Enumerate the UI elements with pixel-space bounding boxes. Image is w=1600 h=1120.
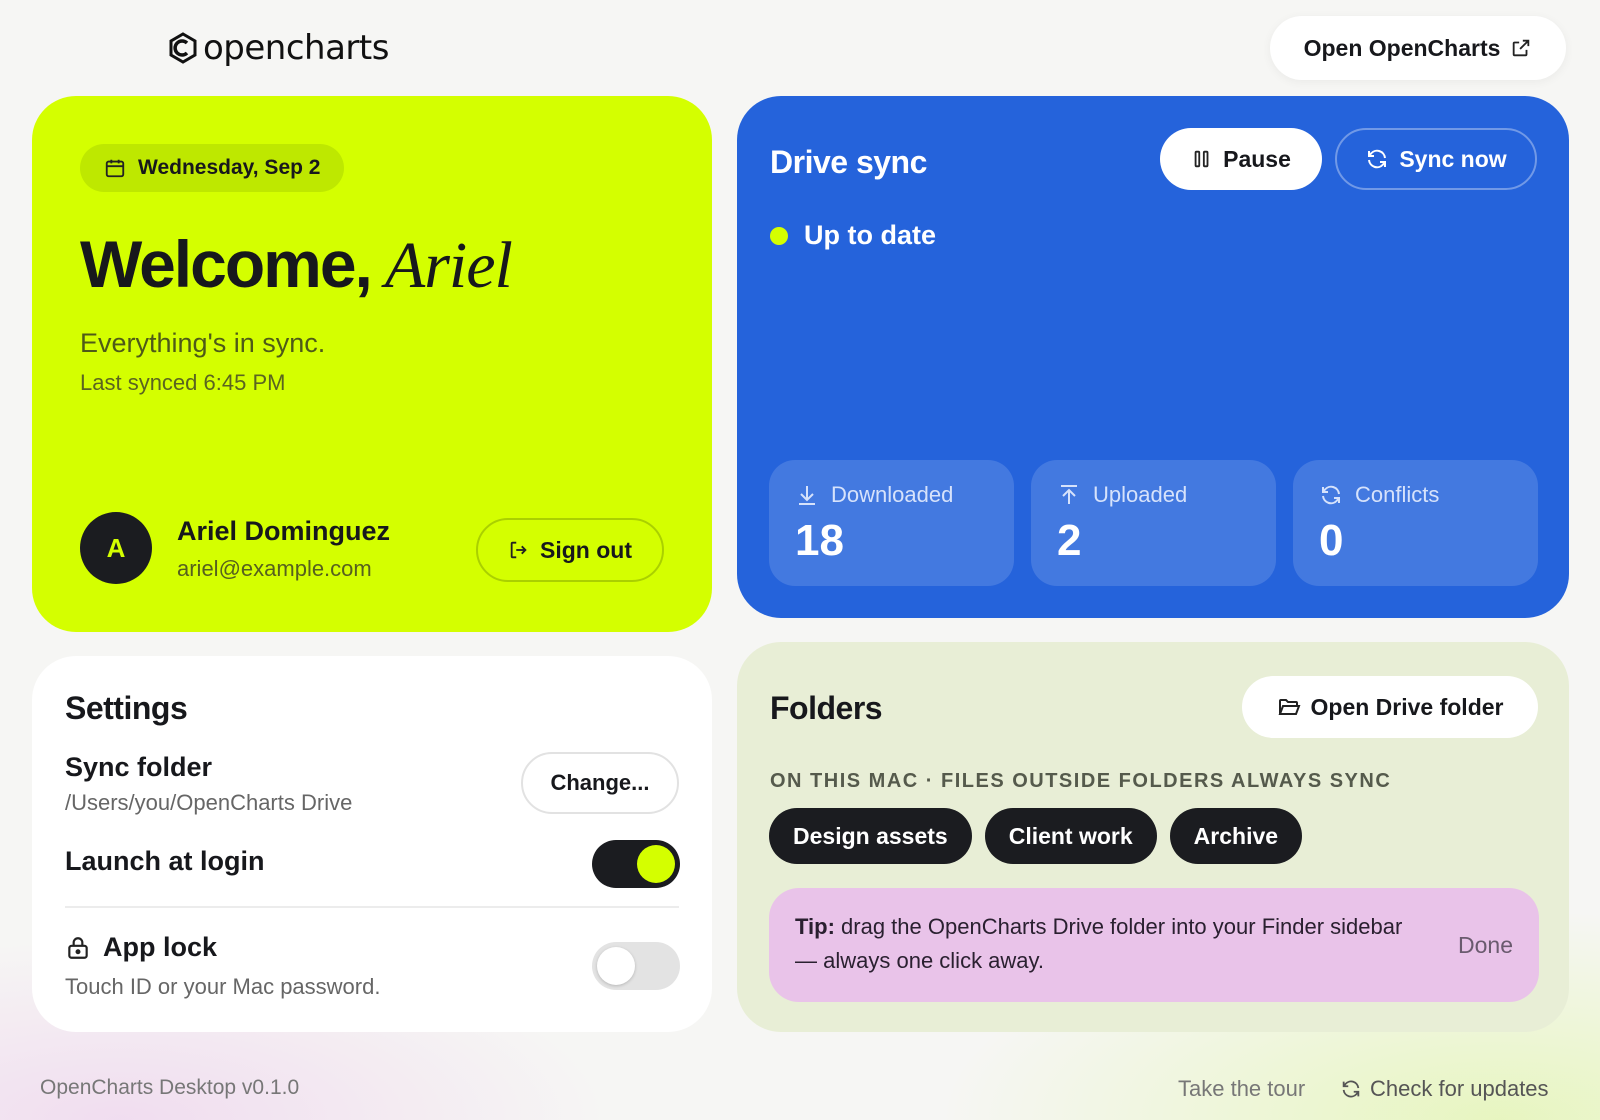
date-text: Wednesday, Sep 2 xyxy=(138,156,321,179)
last-synced: Last synced 6:45 PM xyxy=(80,370,286,395)
pause-label: Pause xyxy=(1223,145,1291,172)
app-logo: opencharts xyxy=(167,26,389,70)
sync-stats: Downloaded 18 Uploaded 2 Conflicts 0 xyxy=(769,460,1538,586)
folder-chip[interactable]: Archive xyxy=(1169,808,1303,864)
tip-prefix: Tip: xyxy=(795,914,835,939)
sync-status: Up to date xyxy=(770,220,936,251)
tip-banner: Tip: drag the OpenCharts Drive folder in… xyxy=(769,888,1539,1002)
sign-out-button[interactable]: Sign out xyxy=(476,518,664,582)
stat-value: 2 xyxy=(1057,516,1082,565)
lock-icon xyxy=(68,936,88,959)
calendar-icon xyxy=(105,159,125,178)
stat-label: Downloaded xyxy=(831,482,954,507)
open-opencharts-label: Open OpenCharts xyxy=(1303,34,1501,61)
app-version: OpenCharts Desktop v0.1.0 xyxy=(40,1076,300,1099)
open-drive-folder-label: Open Drive folder xyxy=(1310,693,1504,720)
sync-summary: Everything's in sync. xyxy=(80,328,326,358)
app-lock-row: App lock xyxy=(65,932,217,963)
sync-now-label: Sync now xyxy=(1399,145,1507,172)
folder-chip[interactable]: Client work xyxy=(984,808,1157,864)
tip-done-button[interactable]: Done xyxy=(1458,928,1513,962)
open-opencharts-button[interactable]: Open OpenCharts xyxy=(1270,16,1566,80)
status-dot xyxy=(770,226,788,245)
stat-label: Uploaded xyxy=(1093,482,1188,507)
user-name: Ariel Dominguez xyxy=(177,516,391,546)
welcome-heading: Welcome, Ariel xyxy=(80,226,513,304)
folders-card: Folders Open Drive folder ON THIS MAC · … xyxy=(737,642,1569,1032)
greeting-text: Welcome, xyxy=(80,227,373,301)
toggle-knob xyxy=(637,845,675,883)
sign-out-label: Sign out xyxy=(540,536,632,563)
logo-mark-icon xyxy=(169,32,197,64)
check-updates-link[interactable]: Check for updates xyxy=(1340,1076,1549,1102)
app-lock-description: Touch ID or your Mac password. xyxy=(65,974,381,999)
folder-chip[interactable]: Design assets xyxy=(769,808,972,864)
settings-card: Settings Sync folder /Users/you/OpenChar… xyxy=(32,656,712,1032)
pause-button[interactable]: Pause xyxy=(1160,128,1322,190)
settings-title: Settings xyxy=(65,690,188,726)
status-text: Up to date xyxy=(804,220,936,250)
open-drive-folder-button[interactable]: Open Drive folder xyxy=(1242,676,1538,738)
sync-folder-label: Sync folder xyxy=(65,752,213,782)
app-lock-label: App lock xyxy=(103,932,218,962)
download-icon xyxy=(799,486,815,505)
logo-text: opencharts xyxy=(203,28,389,68)
sign-out-icon xyxy=(510,541,527,559)
drive-sync-card: Drive sync Pause Sync now Up to date Dow… xyxy=(737,96,1569,618)
toggle-knob xyxy=(597,947,635,985)
tip-text: drag the OpenCharts Drive folder into yo… xyxy=(795,914,1403,973)
check-updates-label: Check for updates xyxy=(1370,1076,1549,1101)
stat-value: 0 xyxy=(1319,516,1344,565)
stat-value: 18 xyxy=(795,516,844,565)
upload-icon xyxy=(1061,485,1077,504)
stat-conflicts: Conflicts 0 xyxy=(1293,460,1538,586)
change-label: Change... xyxy=(550,770,650,795)
launch-at-login-toggle[interactable] xyxy=(592,840,680,888)
drive-sync-title: Drive sync xyxy=(770,144,927,180)
folder-open-icon xyxy=(1278,699,1300,715)
date-chip: Wednesday, Sep 2 xyxy=(80,144,345,192)
refresh-icon xyxy=(1342,1080,1360,1098)
welcome-card: Wednesday, Sep 2 Welcome, Ariel Everythi… xyxy=(32,96,712,632)
folders-title: Folders xyxy=(770,690,883,726)
sync-now-button[interactable]: Sync now xyxy=(1335,128,1537,190)
change-folder-button[interactable]: Change... xyxy=(521,752,679,814)
stat-downloaded: Downloaded 18 xyxy=(769,460,1014,586)
app-lock-toggle[interactable] xyxy=(592,942,680,990)
folders-caption: ON THIS MAC · FILES OUTSIDE FOLDERS ALWA… xyxy=(770,770,1392,792)
external-link-icon xyxy=(1513,39,1530,57)
pause-icon xyxy=(1194,150,1209,168)
refresh-icon xyxy=(1368,149,1387,169)
tip-body: Tip: drag the OpenCharts Drive folder in… xyxy=(795,910,1415,978)
stat-uploaded: Uploaded 2 xyxy=(1031,460,1276,586)
first-name-text: Ariel xyxy=(384,229,513,302)
refresh-icon xyxy=(1322,485,1340,505)
divider xyxy=(65,906,679,908)
launch-at-login-label: Launch at login xyxy=(65,846,265,876)
take-tour-link[interactable]: Take the tour xyxy=(1178,1076,1305,1102)
folder-chips: Design assets Client work Archive xyxy=(769,808,1303,864)
user-email: ariel@example.com xyxy=(177,556,372,581)
sync-folder-path: /Users/you/OpenCharts Drive xyxy=(65,790,353,815)
stat-label: Conflicts xyxy=(1355,482,1440,507)
avatar: A xyxy=(80,512,152,584)
